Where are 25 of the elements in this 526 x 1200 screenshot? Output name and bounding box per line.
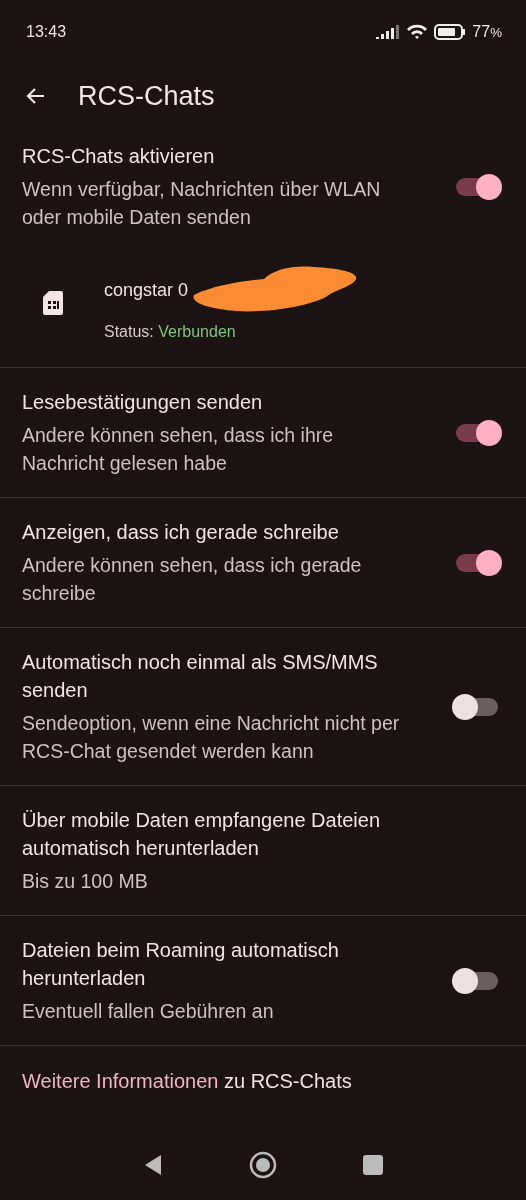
status-time: 13:43 (26, 23, 67, 41)
more-info-link[interactable]: Weitere Informationen (22, 1070, 219, 1092)
wifi-icon (406, 24, 429, 40)
home-nav-icon[interactable] (249, 1151, 277, 1179)
setting-title: Über mobile Daten empfangene Dateien automatisch herunterladen (22, 808, 381, 861)
setting-description: Andere können sehen, dass ich ihre Nachricht gelesen habe (22, 423, 335, 476)
battery-percent: 77% (472, 23, 502, 41)
setting-title: RCS-Chats aktivieren (22, 144, 216, 169)
setting-description: Bis zu 100 MB (22, 869, 149, 894)
sim-card-icon (42, 290, 64, 316)
setting-title: Dateien beim Roaming automatisch herunterladen (22, 938, 340, 991)
signal-icon (376, 25, 401, 39)
back-nav-icon[interactable] (143, 1154, 163, 1176)
setting-description: Sendeoption, wenn eine Nachricht nicht per RCS-Chat gesendet werden kann (22, 711, 401, 764)
page-title: RCS-Chats (78, 80, 215, 112)
setting-title: Anzeigen, dass ich gerade schreibe (22, 520, 340, 545)
setting-description: Wenn verfügbar, Nachrichten über WLAN oder mobile Daten senden (22, 177, 382, 230)
battery-icon (434, 24, 467, 40)
setting-title: Lesebestätigungen senden (22, 390, 264, 415)
setting-title: Automatisch noch einmal als SMS/MMS senden (22, 650, 379, 703)
setting-description: Andere können sehen, dass ich gerade schreibe (22, 553, 363, 606)
more-info-text: Weitere Informationen zu RCS-Chats (21, 1069, 353, 1094)
setting-description: Eventuell fallen Gebühren an (22, 999, 275, 1024)
sim-name: congstar 0 (104, 279, 189, 301)
sim-status: Status: Verbunden (104, 323, 237, 341)
